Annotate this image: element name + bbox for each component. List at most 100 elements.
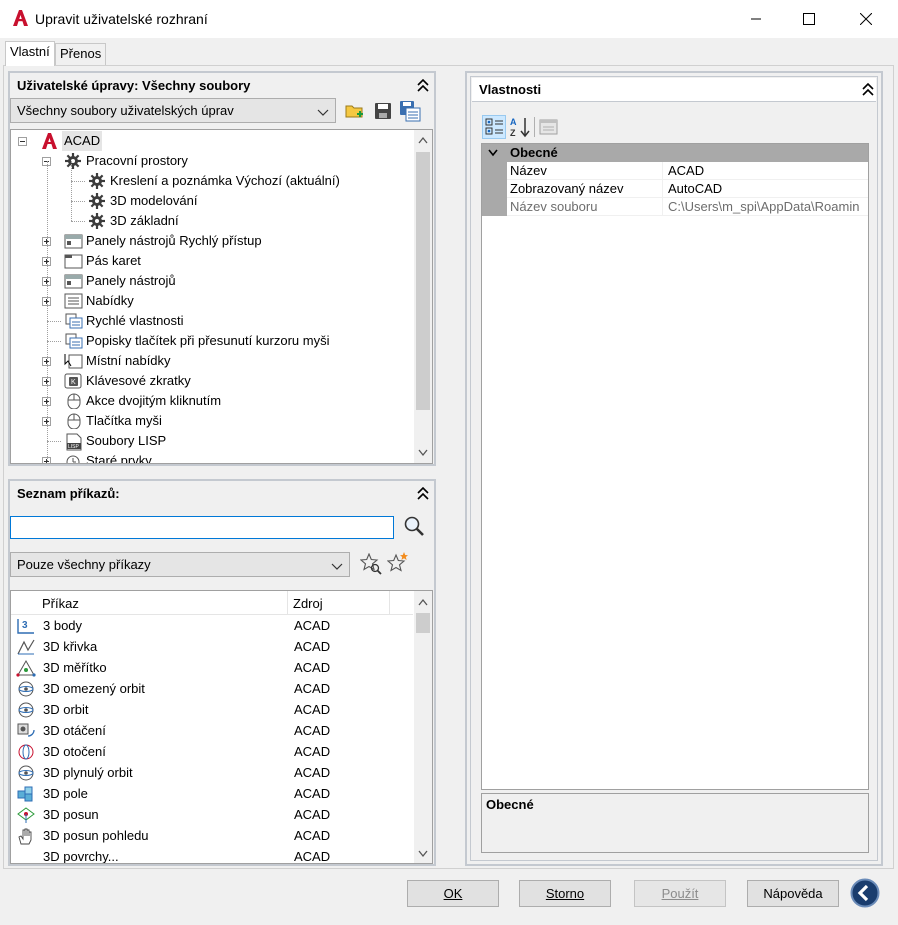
tree-item[interactable]: Popisky tlačítek při přesunutí kurzoru m…	[11, 331, 411, 351]
gear-icon	[88, 173, 106, 189]
save-as-icon[interactable]	[399, 100, 421, 122]
command-row[interactable]: 3D posun ACAD	[11, 804, 413, 825]
tree-item[interactable]: Tlačítka myši	[11, 411, 411, 431]
tree-item-label: Soubory LISP	[86, 433, 167, 448]
collapse-icon[interactable]	[416, 78, 432, 95]
double-click-icon	[64, 393, 82, 410]
chevron-down-icon[interactable]	[488, 149, 498, 157]
collapse-icon[interactable]	[416, 486, 432, 503]
command-row[interactable]: 3D měřítko ACAD	[11, 657, 413, 678]
ok-button[interactable]: OK	[407, 880, 499, 907]
tree-item[interactable]: LISP Soubory LISP	[11, 431, 411, 451]
menu-icon	[64, 293, 83, 309]
command-source: ACAD	[294, 828, 331, 843]
property-grid[interactable]: Obecné Název ACAD Zobrazovaný název AutoCAD…	[481, 143, 869, 790]
tree-item-label: Místní nabídky	[86, 353, 171, 368]
command-row[interactable]: 3D orbit ACAD	[11, 699, 413, 720]
property-category-label: Obecné	[510, 145, 558, 160]
orbit-icon	[16, 701, 36, 719]
command-source: ACAD	[294, 618, 331, 633]
tab-custom[interactable]: Vlastní	[5, 41, 55, 66]
gear-icon	[64, 153, 82, 169]
tree-item-label: ACAD	[62, 131, 103, 151]
search-icon[interactable]	[403, 515, 425, 537]
collapse-icon[interactable]	[861, 82, 877, 99]
tree-item-label: Panely nástrojů Rychlý přístup	[86, 233, 262, 248]
save-icon[interactable]	[373, 101, 393, 121]
tree-item[interactable]: Rychlé vlastnosti	[11, 311, 411, 331]
property-category-row[interactable]: Obecné	[482, 144, 868, 162]
cancel-button[interactable]: Storno	[519, 880, 611, 907]
command-row[interactable]: 3D otočení ACAD	[11, 741, 413, 762]
command-name: 3D povrchy...	[43, 849, 119, 864]
command-scroll-thumb[interactable]	[416, 613, 430, 633]
tab-transfer[interactable]: Přenos	[55, 43, 107, 65]
apply-button[interactable]: Použít	[634, 880, 726, 907]
property-value[interactable]: ACAD	[668, 162, 866, 180]
command-row[interactable]: 3D křivka ACAD	[11, 636, 413, 657]
3d-swivel-icon	[16, 743, 36, 761]
command-filter-dropdown[interactable]: Pouze všechny příkazy	[10, 552, 350, 577]
open-folder-icon[interactable]	[345, 101, 365, 121]
command-table[interactable]: Příkaz Zdroj 33 body ACAD 3D křivka ACAD 3D …	[10, 590, 433, 864]
tree-item[interactable]: K Klávesové zkratky	[11, 371, 411, 391]
command-source: ACAD	[294, 807, 331, 822]
property-row[interactable]: Název souboru C:\Users\m_spi\AppData\Roam…	[507, 198, 868, 216]
tree-item-label: Rychlé vlastnosti	[86, 313, 184, 328]
property-row[interactable]: Název ACAD	[507, 162, 868, 180]
command-scrollbar[interactable]	[414, 591, 432, 863]
customizations-tree[interactable]: ACAD Pracovní prostory Kreslení a poznámka…	[10, 129, 433, 464]
find-star-icon[interactable]	[359, 552, 382, 575]
svg-text:K: K	[71, 379, 76, 386]
collapse-toggle-icon[interactable]	[18, 137, 27, 146]
maximize-icon[interactable]	[783, 0, 835, 38]
property-pages-icon[interactable]	[538, 116, 560, 138]
property-name: Název	[510, 163, 547, 178]
tree-item[interactable]: ACAD	[11, 131, 411, 151]
close-icon[interactable]	[840, 0, 892, 38]
3d-polyline-icon	[16, 638, 36, 656]
tree-item[interactable]: Panely nástrojů Rychlý přístup	[11, 231, 411, 251]
tree-item[interactable]: Staré prvky	[11, 451, 411, 463]
command-row[interactable]: 3D posun pohledu ACAD	[11, 825, 413, 846]
tree-scrollbar[interactable]	[414, 130, 432, 463]
tree-item[interactable]: Nabídky	[11, 291, 411, 311]
command-row[interactable]: 3D otáčení ACAD	[11, 720, 413, 741]
tree-item[interactable]: Akce dvojitým kliknutím	[11, 391, 411, 411]
command-table-header: Příkaz Zdroj	[11, 591, 413, 615]
command-search-input[interactable]	[10, 516, 394, 539]
tree-item[interactable]: Místní nabídky	[11, 351, 411, 371]
tree-item-label: Pás karet	[86, 253, 141, 268]
command-source: ACAD	[294, 639, 331, 654]
3d-rotate-icon	[16, 722, 36, 740]
property-row[interactable]: Zobrazovaný název AutoCAD	[507, 180, 868, 198]
description-box: Obecné	[481, 793, 869, 853]
3-point-icon: 3	[16, 617, 36, 635]
column-header-source[interactable]: Zdroj	[293, 596, 323, 611]
categorized-icon[interactable]	[482, 115, 506, 139]
property-value[interactable]: AutoCAD	[668, 180, 866, 198]
command-source: ACAD	[294, 786, 331, 801]
command-source: ACAD	[294, 681, 331, 696]
command-row[interactable]: 3D plynulý orbit ACAD	[11, 762, 413, 783]
collapse-dialog-icon[interactable]	[850, 878, 880, 908]
tree-item[interactable]: Panely nástrojů	[11, 271, 411, 291]
pan-hand-icon	[16, 827, 36, 845]
column-header-command[interactable]: Příkaz	[42, 596, 79, 611]
description-title: Obecné	[486, 797, 534, 812]
command-row[interactable]: 3D povrchy... ACAD	[11, 846, 413, 864]
command-name: 3D plynulý orbit	[43, 765, 133, 780]
command-row[interactable]: 3D pole ACAD	[11, 783, 413, 804]
minimize-icon[interactable]	[730, 0, 782, 38]
sort-alphabetical-icon[interactable]: AZ	[508, 115, 532, 139]
new-command-star-icon[interactable]	[386, 552, 409, 574]
command-row[interactable]: 3 3 body ACAD	[11, 615, 413, 636]
command-name: 3D křivka	[43, 639, 98, 654]
tree-item[interactable]: Pás karet	[11, 251, 411, 271]
tree-scroll-thumb[interactable]	[416, 152, 430, 410]
lisp-file-icon: LISP	[64, 433, 82, 451]
command-row[interactable]: 3D omezený orbit ACAD	[11, 678, 413, 699]
help-button[interactable]: Nápověda	[747, 880, 839, 907]
customizations-header: Uživatelské úpravy: Všechny soubory	[17, 78, 251, 93]
file-filter-dropdown[interactable]: Všechny soubory uživatelských úprav	[10, 98, 336, 123]
